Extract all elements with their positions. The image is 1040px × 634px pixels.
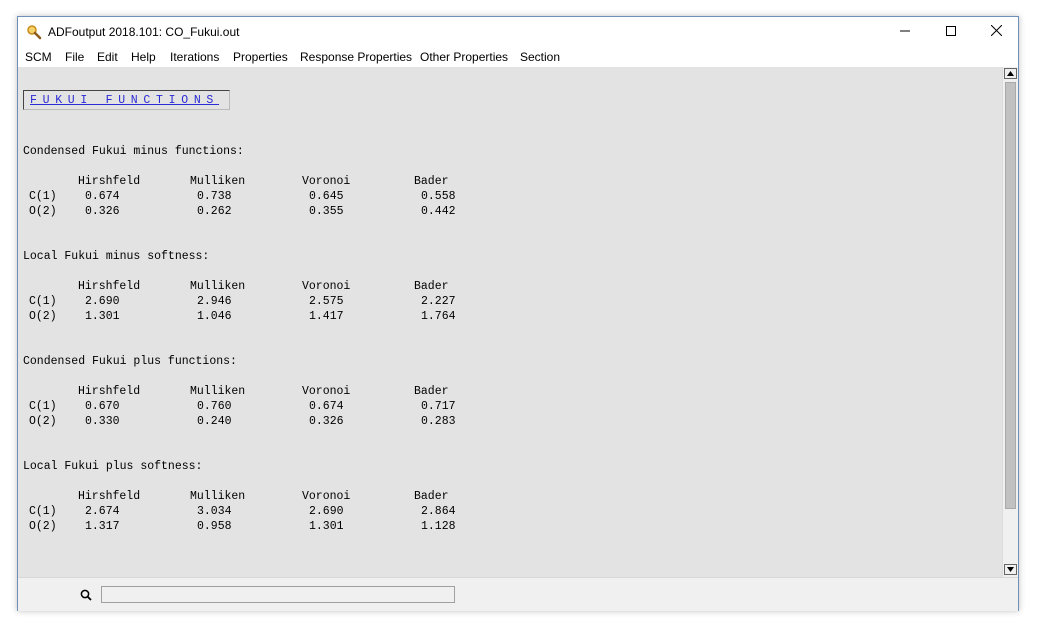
section-title: Local Fukui minus softness:: [23, 250, 210, 263]
column-header: Voronoi: [302, 175, 351, 188]
table-cell: 2.946: [197, 295, 232, 308]
column-header: Voronoi: [302, 385, 351, 398]
maximize-icon: [946, 23, 956, 41]
menu-properties[interactable]: Properties: [233, 50, 288, 64]
maximize-button[interactable]: [928, 17, 974, 47]
table-cell: 0.760: [197, 400, 232, 413]
column-header: Mulliken: [190, 175, 246, 188]
atom-label: C(1): [29, 190, 57, 203]
column-header: Mulliken: [190, 385, 246, 398]
menu-other-properties[interactable]: Other Properties: [420, 50, 508, 64]
column-header: Voronoi: [302, 280, 351, 293]
table-cell: 2.227: [421, 295, 456, 308]
vertical-scrollbar[interactable]: [1002, 67, 1018, 577]
table-cell: 0.442: [421, 205, 456, 218]
table-cell: 2.864: [421, 505, 456, 518]
table-cell: 2.690: [309, 505, 344, 518]
column-header: Bader: [414, 280, 449, 293]
section-title: Condensed Fukui minus functions:: [23, 145, 244, 158]
section-title: Local Fukui plus softness:: [23, 460, 203, 473]
column-header: Hirshfeld: [78, 490, 141, 503]
column-header: Voronoi: [302, 490, 351, 503]
column-header: Mulliken: [190, 280, 246, 293]
close-button[interactable]: [973, 17, 1019, 47]
atom-label: C(1): [29, 505, 57, 518]
menu-response-properties[interactable]: Response Properties: [300, 50, 412, 64]
table-cell: 0.645: [309, 190, 344, 203]
column-header: Bader: [414, 175, 449, 188]
table-cell: 0.738: [197, 190, 232, 203]
table-cell: 0.326: [85, 205, 120, 218]
column-header: Bader: [414, 385, 449, 398]
magnifier-icon: [26, 24, 42, 40]
atom-label: O(2): [29, 205, 57, 218]
search-icon[interactable]: [80, 588, 92, 606]
table-cell: 1.046: [197, 310, 232, 323]
table-cell: 0.330: [85, 415, 120, 428]
table-cell: 1.301: [85, 310, 120, 323]
output-text-area[interactable]: FUKUI FUNCTIONS Condensed Fukui minus fu…: [18, 67, 1002, 577]
column-header: Bader: [414, 490, 449, 503]
menu-scm[interactable]: SCM: [25, 50, 52, 64]
title-bar: ADFoutput 2018.101: CO_Fukui.out: [18, 17, 1018, 47]
section-heading-box: FUKUI FUNCTIONS: [23, 90, 230, 110]
table-cell: 0.717: [421, 400, 456, 413]
table-cell: 1.128: [421, 520, 456, 533]
table-cell: 1.417: [309, 310, 344, 323]
atom-label: O(2): [29, 415, 57, 428]
column-header: Hirshfeld: [78, 280, 141, 293]
atom-label: C(1): [29, 400, 57, 413]
search-input[interactable]: [101, 586, 455, 603]
menu-section[interactable]: Section: [520, 50, 560, 64]
table-cell: 1.764: [421, 310, 456, 323]
menu-bar: SCM File Edit Help Iterations Properties…: [18, 47, 1018, 67]
window-title: ADFoutput 2018.101: CO_Fukui.out: [48, 25, 240, 39]
table-cell: 0.674: [309, 400, 344, 413]
scroll-down-button[interactable]: [1004, 564, 1017, 575]
search-bar: [18, 577, 1018, 611]
menu-help[interactable]: Help: [131, 50, 156, 64]
table-cell: 1.301: [309, 520, 344, 533]
table-cell: 0.262: [197, 205, 232, 218]
column-header: Hirshfeld: [78, 385, 141, 398]
table-cell: 0.326: [309, 415, 344, 428]
app-window: ADFoutput 2018.101: CO_Fukui.out SCM Fil…: [17, 16, 1019, 611]
table-cell: 3.034: [197, 505, 232, 518]
minimize-icon: [900, 23, 910, 41]
table-cell: 0.558: [421, 190, 456, 203]
table-cell: 0.674: [85, 190, 120, 203]
table-cell: 2.690: [85, 295, 120, 308]
section-title: Condensed Fukui plus functions:: [23, 355, 237, 368]
menu-file[interactable]: File: [65, 50, 84, 64]
minimize-button[interactable]: [882, 17, 928, 47]
table-cell: 0.670: [85, 400, 120, 413]
table-cell: 0.958: [197, 520, 232, 533]
menu-edit[interactable]: Edit: [97, 50, 118, 64]
fukui-functions-link[interactable]: FUKUI FUNCTIONS: [30, 94, 219, 107]
atom-label: C(1): [29, 295, 57, 308]
atom-label: O(2): [29, 520, 57, 533]
column-header: Mulliken: [190, 490, 246, 503]
table-cell: 0.240: [197, 415, 232, 428]
table-cell: 0.283: [421, 415, 456, 428]
scroll-up-button[interactable]: [1004, 68, 1017, 79]
table-cell: 2.674: [85, 505, 120, 518]
close-icon: [990, 23, 1002, 41]
table-cell: 1.317: [85, 520, 120, 533]
scrollbar-thumb[interactable]: [1005, 82, 1016, 509]
column-header: Hirshfeld: [78, 175, 141, 188]
table-cell: 2.575: [309, 295, 344, 308]
menu-iterations[interactable]: Iterations: [170, 50, 219, 64]
table-cell: 0.355: [309, 205, 344, 218]
atom-label: O(2): [29, 310, 57, 323]
